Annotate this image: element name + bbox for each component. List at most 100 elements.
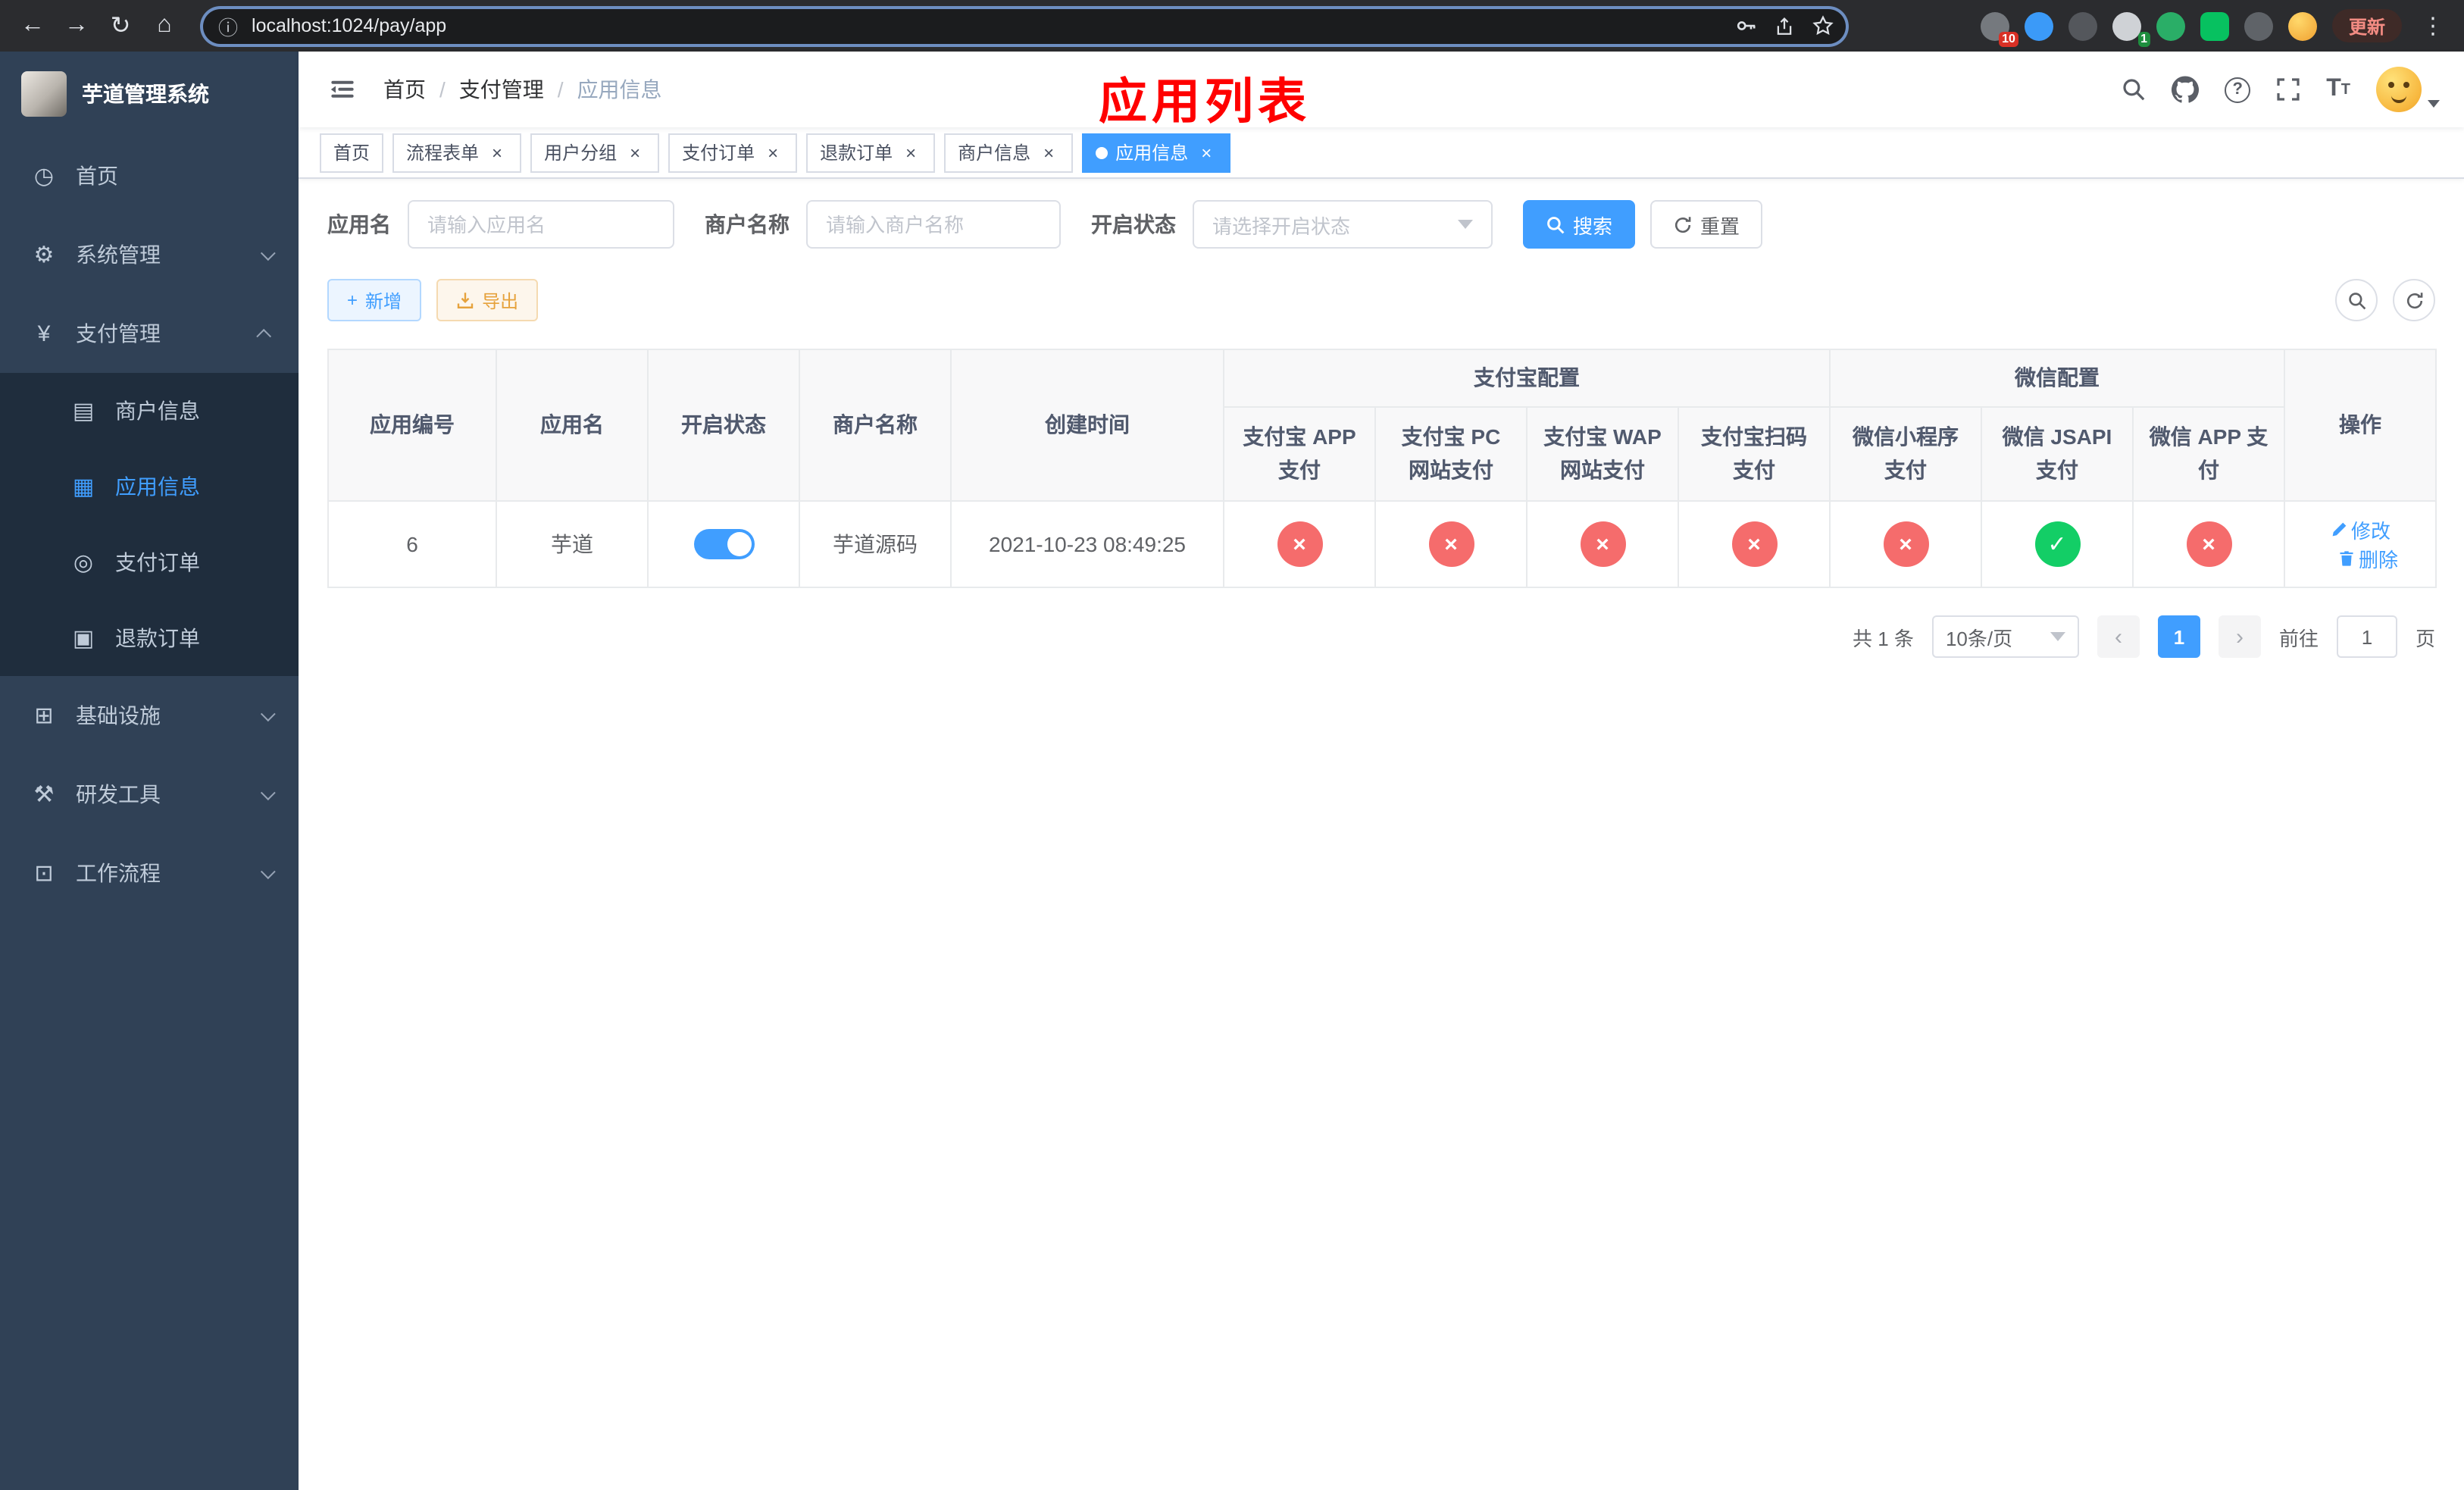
config-status-icon: ✓: [2034, 521, 2080, 567]
page-1-button[interactable]: 1: [2157, 615, 2200, 658]
sidebar-item-workflow[interactable]: ⊡ 工作流程: [0, 834, 299, 912]
tab-pay-order[interactable]: 支付订单: [668, 133, 798, 172]
breadcrumb-home[interactable]: 首页: [383, 74, 426, 105]
table-row: 6 芋道 芋道源码 2021-10-23 08:49:25 × × × × ×: [327, 500, 2437, 588]
tab-home[interactable]: 首页: [320, 133, 384, 172]
extension-icon[interactable]: 10: [1980, 11, 2018, 46]
help-icon[interactable]: ?: [2225, 77, 2251, 102]
prev-page-button[interactable]: ‹: [2097, 615, 2140, 658]
toggle-knob: [727, 532, 751, 556]
tab-user-group[interactable]: 用户分组: [530, 133, 660, 172]
sidebar-item-merchant-info[interactable]: ▤ 商户信息: [0, 373, 299, 449]
sidebar-item-app-info[interactable]: ▦ 应用信息: [0, 449, 299, 524]
config-status-icon: ×: [1580, 521, 1625, 567]
delete-link[interactable]: 删除: [2337, 544, 2398, 573]
export-button[interactable]: 导出: [436, 279, 539, 321]
tab-process-form[interactable]: 流程表单: [392, 133, 522, 172]
address-bar[interactable]: ⓘ localhost:1024/pay/app: [200, 5, 1849, 46]
infra-icon: ⊞: [34, 703, 54, 729]
page-annotation-title: 应用列表: [1099, 74, 1312, 129]
search-button[interactable]: 搜索: [1523, 200, 1636, 249]
config-status-icon: ×: [1731, 521, 1777, 567]
sidebar-item-payment[interactable]: ¥ 支付管理: [0, 294, 299, 373]
merchant-name-field: [806, 200, 1061, 249]
screen: ← → ↻ ⌂ ⓘ localhost:1024/pay/app 10 1 更新…: [0, 0, 2464, 1490]
extension-icon[interactable]: 1: [2112, 11, 2150, 46]
search-icon[interactable]: [2122, 77, 2146, 102]
close-icon[interactable]: [1196, 142, 1217, 163]
config-status-icon: ×: [1277, 521, 1322, 567]
sidebar-item-label: 支付订单: [115, 550, 200, 574]
browser-back-icon[interactable]: ←: [12, 5, 53, 46]
sidebar-item-label: 基础设施: [76, 703, 161, 728]
extension-icon[interactable]: [2156, 11, 2185, 40]
yen-icon: ¥: [37, 321, 51, 346]
main-area: 首页 / 支付管理 / 应用信息 应用列表 ? T T 首页 流程表单 × 用户…: [299, 52, 2464, 1490]
close-icon[interactable]: [762, 142, 783, 163]
status-toggle[interactable]: [693, 529, 754, 559]
col-actions: 操作: [2284, 349, 2437, 502]
close-icon[interactable]: [900, 142, 921, 163]
browser-update-button[interactable]: 更新: [2331, 9, 2402, 42]
sidebar-item-dev-tools[interactable]: ⚒ 研发工具: [0, 755, 299, 834]
pagination-total: 共 1 条: [1853, 627, 1914, 650]
col-app-name: 应用名: [496, 349, 649, 502]
next-page-button[interactable]: ›: [2218, 615, 2261, 658]
sidebar-logo-row[interactable]: 芋道管理系统: [0, 52, 299, 136]
breadcrumb-payment[interactable]: 支付管理: [459, 74, 544, 105]
user-menu[interactable]: [2376, 67, 2440, 112]
goto-suffix: 页: [2415, 627, 2435, 650]
sidebar-collapse-icon[interactable]: [323, 76, 362, 103]
extension-icon[interactable]: [2024, 11, 2053, 40]
bookmark-star-icon[interactable]: [1812, 15, 1834, 36]
delete-link-label: 删除: [2359, 549, 2399, 571]
close-icon[interactable]: [624, 142, 646, 163]
breadcrumb-current: 应用信息: [577, 77, 662, 102]
close-icon[interactable]: [486, 142, 508, 163]
extension-icon[interactable]: [2068, 11, 2097, 40]
tab-app-info[interactable]: 应用信息: [1082, 133, 1231, 172]
status-select[interactable]: 请选择开启状态: [1193, 200, 1493, 249]
app-frame: 芋道管理系统 ◷ 首页 ⚙ 系统管理 ¥ 支付管理 ▤ 商户信息 ▦ 应用信息 …: [0, 52, 2464, 1490]
sidebar-item-refund-order[interactable]: ▣ 退款订单: [0, 600, 299, 676]
table-toolbar: + 新增 导出: [327, 279, 2435, 321]
edit-link[interactable]: 修改: [2330, 515, 2391, 544]
goto-page-input[interactable]: [2336, 615, 2397, 658]
fullscreen-icon[interactable]: [2276, 77, 2300, 102]
browser-profile-avatar[interactable]: [2287, 11, 2317, 40]
extensions-puzzle-icon[interactable]: [2244, 11, 2273, 40]
sidebar-item-pay-order[interactable]: ◎ 支付订单: [0, 524, 299, 600]
browser-forward-icon[interactable]: →: [56, 5, 97, 46]
close-icon[interactable]: [1038, 142, 1059, 163]
toggle-search-button[interactable]: [2335, 279, 2378, 321]
site-info-icon[interactable]: ⓘ: [218, 11, 238, 40]
page-size-value: 10条/页: [1945, 627, 2013, 650]
password-key-icon[interactable]: [1735, 15, 1756, 36]
tab-label: 首页: [333, 142, 371, 164]
page-size-select[interactable]: 10条/页: [1931, 615, 2079, 658]
browser-home-icon[interactable]: ⌂: [144, 5, 185, 46]
sidebar-item-infrastructure[interactable]: ⊞ 基础设施: [0, 676, 299, 755]
config-status-icon: ×: [1428, 521, 1474, 567]
add-button[interactable]: + 新增: [327, 279, 422, 321]
plus-icon: +: [347, 290, 358, 311]
github-icon[interactable]: [2172, 76, 2200, 103]
app-name-input[interactable]: [427, 213, 655, 236]
sidebar-item-label: 应用信息: [115, 474, 200, 499]
col-merchant: 商户名称: [799, 349, 952, 502]
extension-icon[interactable]: [2200, 11, 2229, 40]
refresh-button[interactable]: [2393, 279, 2435, 321]
status-label: 开启状态: [1091, 212, 1176, 236]
font-size-icon[interactable]: TT: [2326, 76, 2350, 103]
tab-refund-order[interactable]: 退款订单: [806, 133, 936, 172]
export-button-label: 导出: [482, 290, 519, 311]
share-icon[interactable]: [1775, 16, 1794, 36]
sidebar-item-system[interactable]: ⚙ 系统管理: [0, 215, 299, 294]
merchant-name-input[interactable]: [826, 213, 1041, 236]
dashboard-icon: ◷: [33, 164, 55, 189]
reset-button[interactable]: 重置: [1650, 200, 1763, 249]
browser-menu-icon[interactable]: ⋮: [2417, 12, 2449, 39]
browser-reload-icon[interactable]: ↻: [100, 5, 141, 46]
sidebar-item-home[interactable]: ◷ 首页: [0, 136, 299, 215]
tab-merchant-info[interactable]: 商户信息: [944, 133, 1074, 172]
